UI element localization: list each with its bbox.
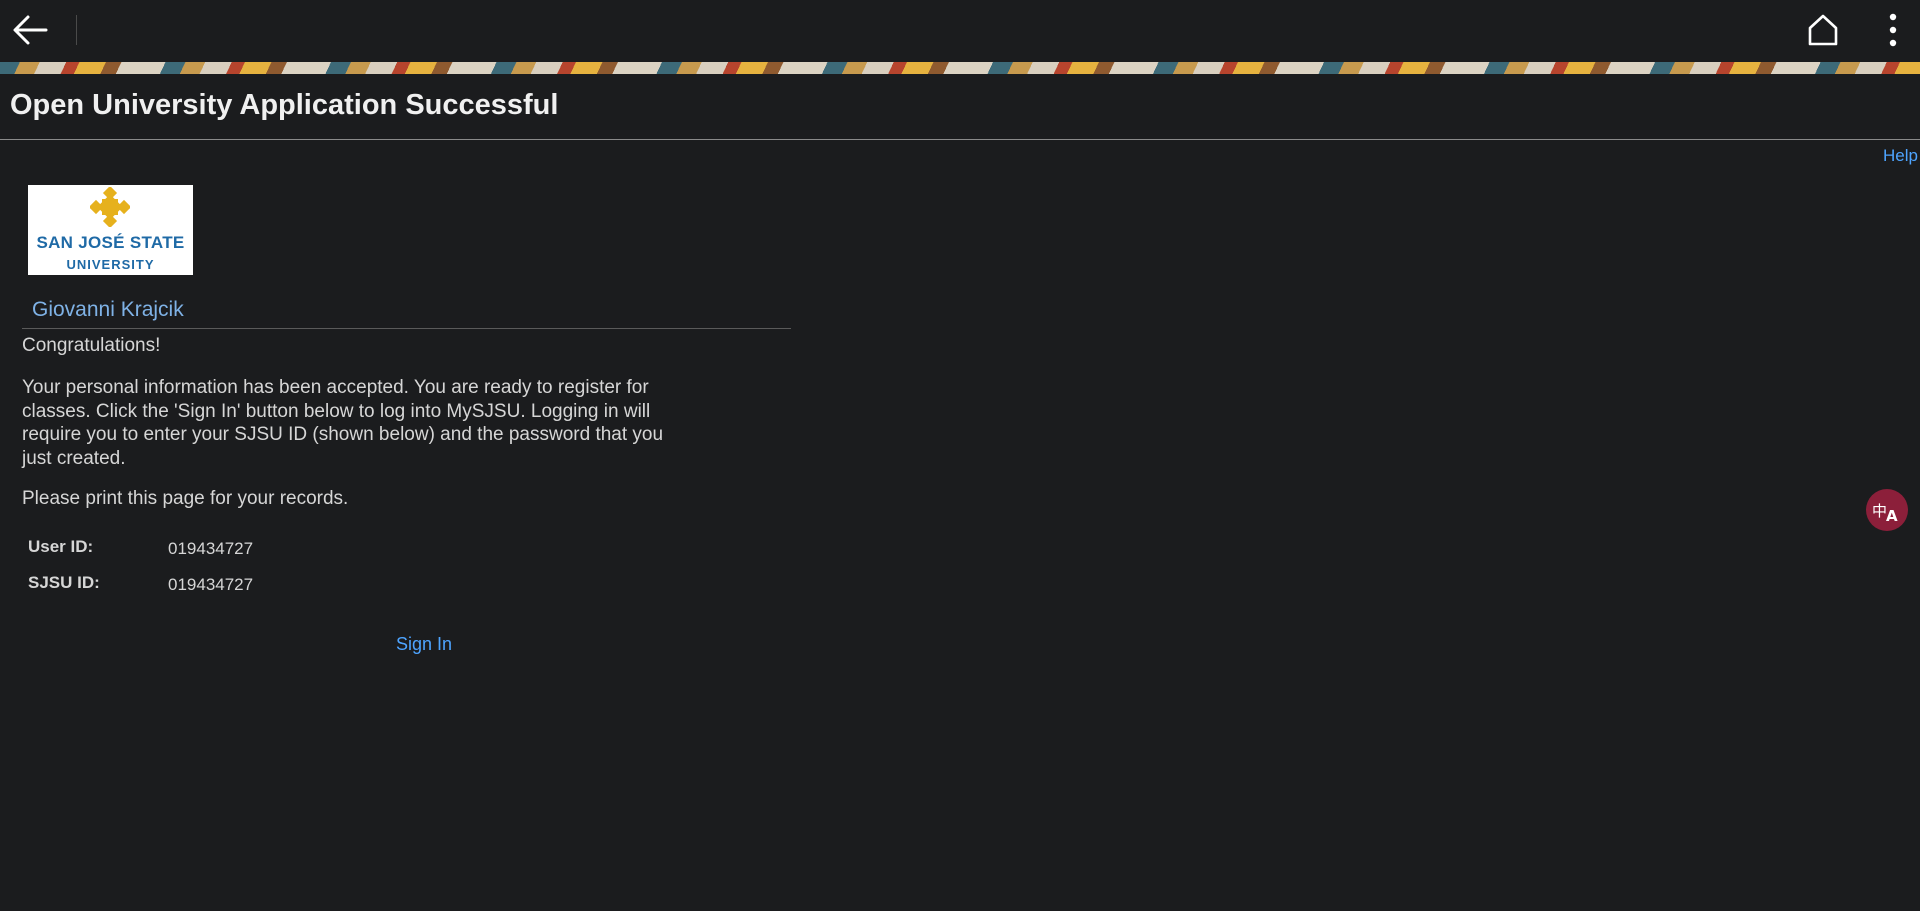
confirmation-message: Your personal information has been accep… [22,377,664,469]
divider [22,328,791,329]
toolbar-divider [76,15,77,45]
user-id-label: User ID: [28,537,94,556]
university-logo: SAN JOSÉ STATE UNIVERSITY [28,185,193,275]
user-id-value: 019434727 [168,539,254,558]
logo-text-line1: SAN JOSÉ STATE [36,233,185,252]
svg-text:A: A [1886,507,1898,525]
more-vertical-icon[interactable] [1882,12,1904,48]
page-title: Open University Application Successful [10,89,559,121]
back-arrow-icon[interactable] [10,12,50,48]
help-link[interactable]: Help [1883,146,1918,166]
title-bar: Open University Application Successful [0,74,1920,140]
home-icon[interactable] [1806,13,1840,47]
print-note: Please print this page for your records. [22,488,349,509]
sjsu-id-label: SJSU ID: [28,573,100,592]
sun-seal-icon [90,187,130,227]
sign-in-button[interactable]: Sign In [396,634,452,655]
congratulations-text: Congratulations! [22,335,161,356]
user-name: Giovanni Krajcik [32,298,184,321]
translate-icon[interactable]: 中 A [1866,489,1908,531]
decorative-banner [0,62,1920,74]
sjsu-id-value: 019434727 [168,575,254,594]
svg-text:中: 中 [1872,502,1887,520]
top-toolbar [0,0,1920,62]
logo-text-line2: UNIVERSITY [66,257,155,272]
